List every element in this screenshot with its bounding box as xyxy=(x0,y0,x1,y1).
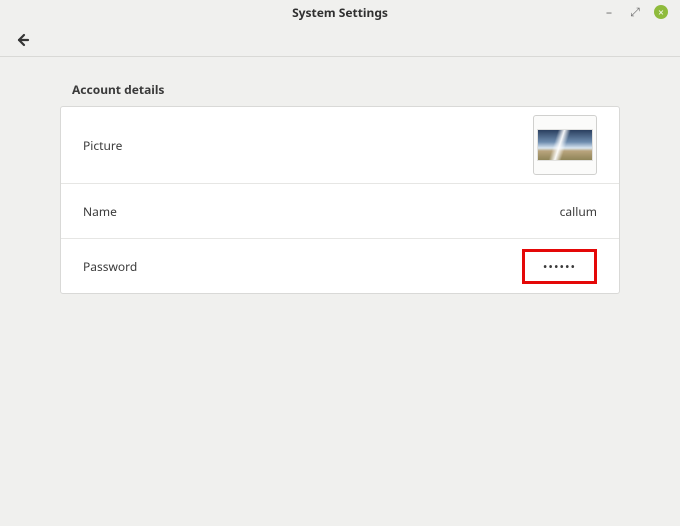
maximize-icon[interactable]: ⤢ xyxy=(628,5,642,19)
user-picture-thumbnail xyxy=(537,129,593,161)
back-arrow-icon xyxy=(14,32,30,48)
minimize-icon[interactable]: – xyxy=(602,5,616,19)
picture-button[interactable] xyxy=(533,115,597,175)
window-controls: – ⤢ × xyxy=(602,5,680,19)
back-button[interactable] xyxy=(10,28,34,52)
row-name[interactable]: Name callum xyxy=(61,184,619,239)
section-title: Account details xyxy=(72,81,620,98)
toolbar xyxy=(0,24,680,57)
password-value-button[interactable]: •••••• xyxy=(522,249,597,284)
row-password[interactable]: Password •••••• xyxy=(61,239,619,293)
window-title: System Settings xyxy=(0,4,680,21)
row-name-label: Name xyxy=(83,203,117,220)
row-password-label: Password xyxy=(83,258,137,275)
row-name-value: callum xyxy=(560,203,597,220)
row-picture-label: Picture xyxy=(83,137,122,154)
close-icon[interactable]: × xyxy=(654,5,668,19)
titlebar: System Settings – ⤢ × xyxy=(0,0,680,24)
row-picture: Picture xyxy=(61,107,619,184)
account-details-panel: Picture Name callum Password •••••• xyxy=(60,106,620,294)
content-area: Account details Picture Name callum Pass… xyxy=(0,57,680,316)
